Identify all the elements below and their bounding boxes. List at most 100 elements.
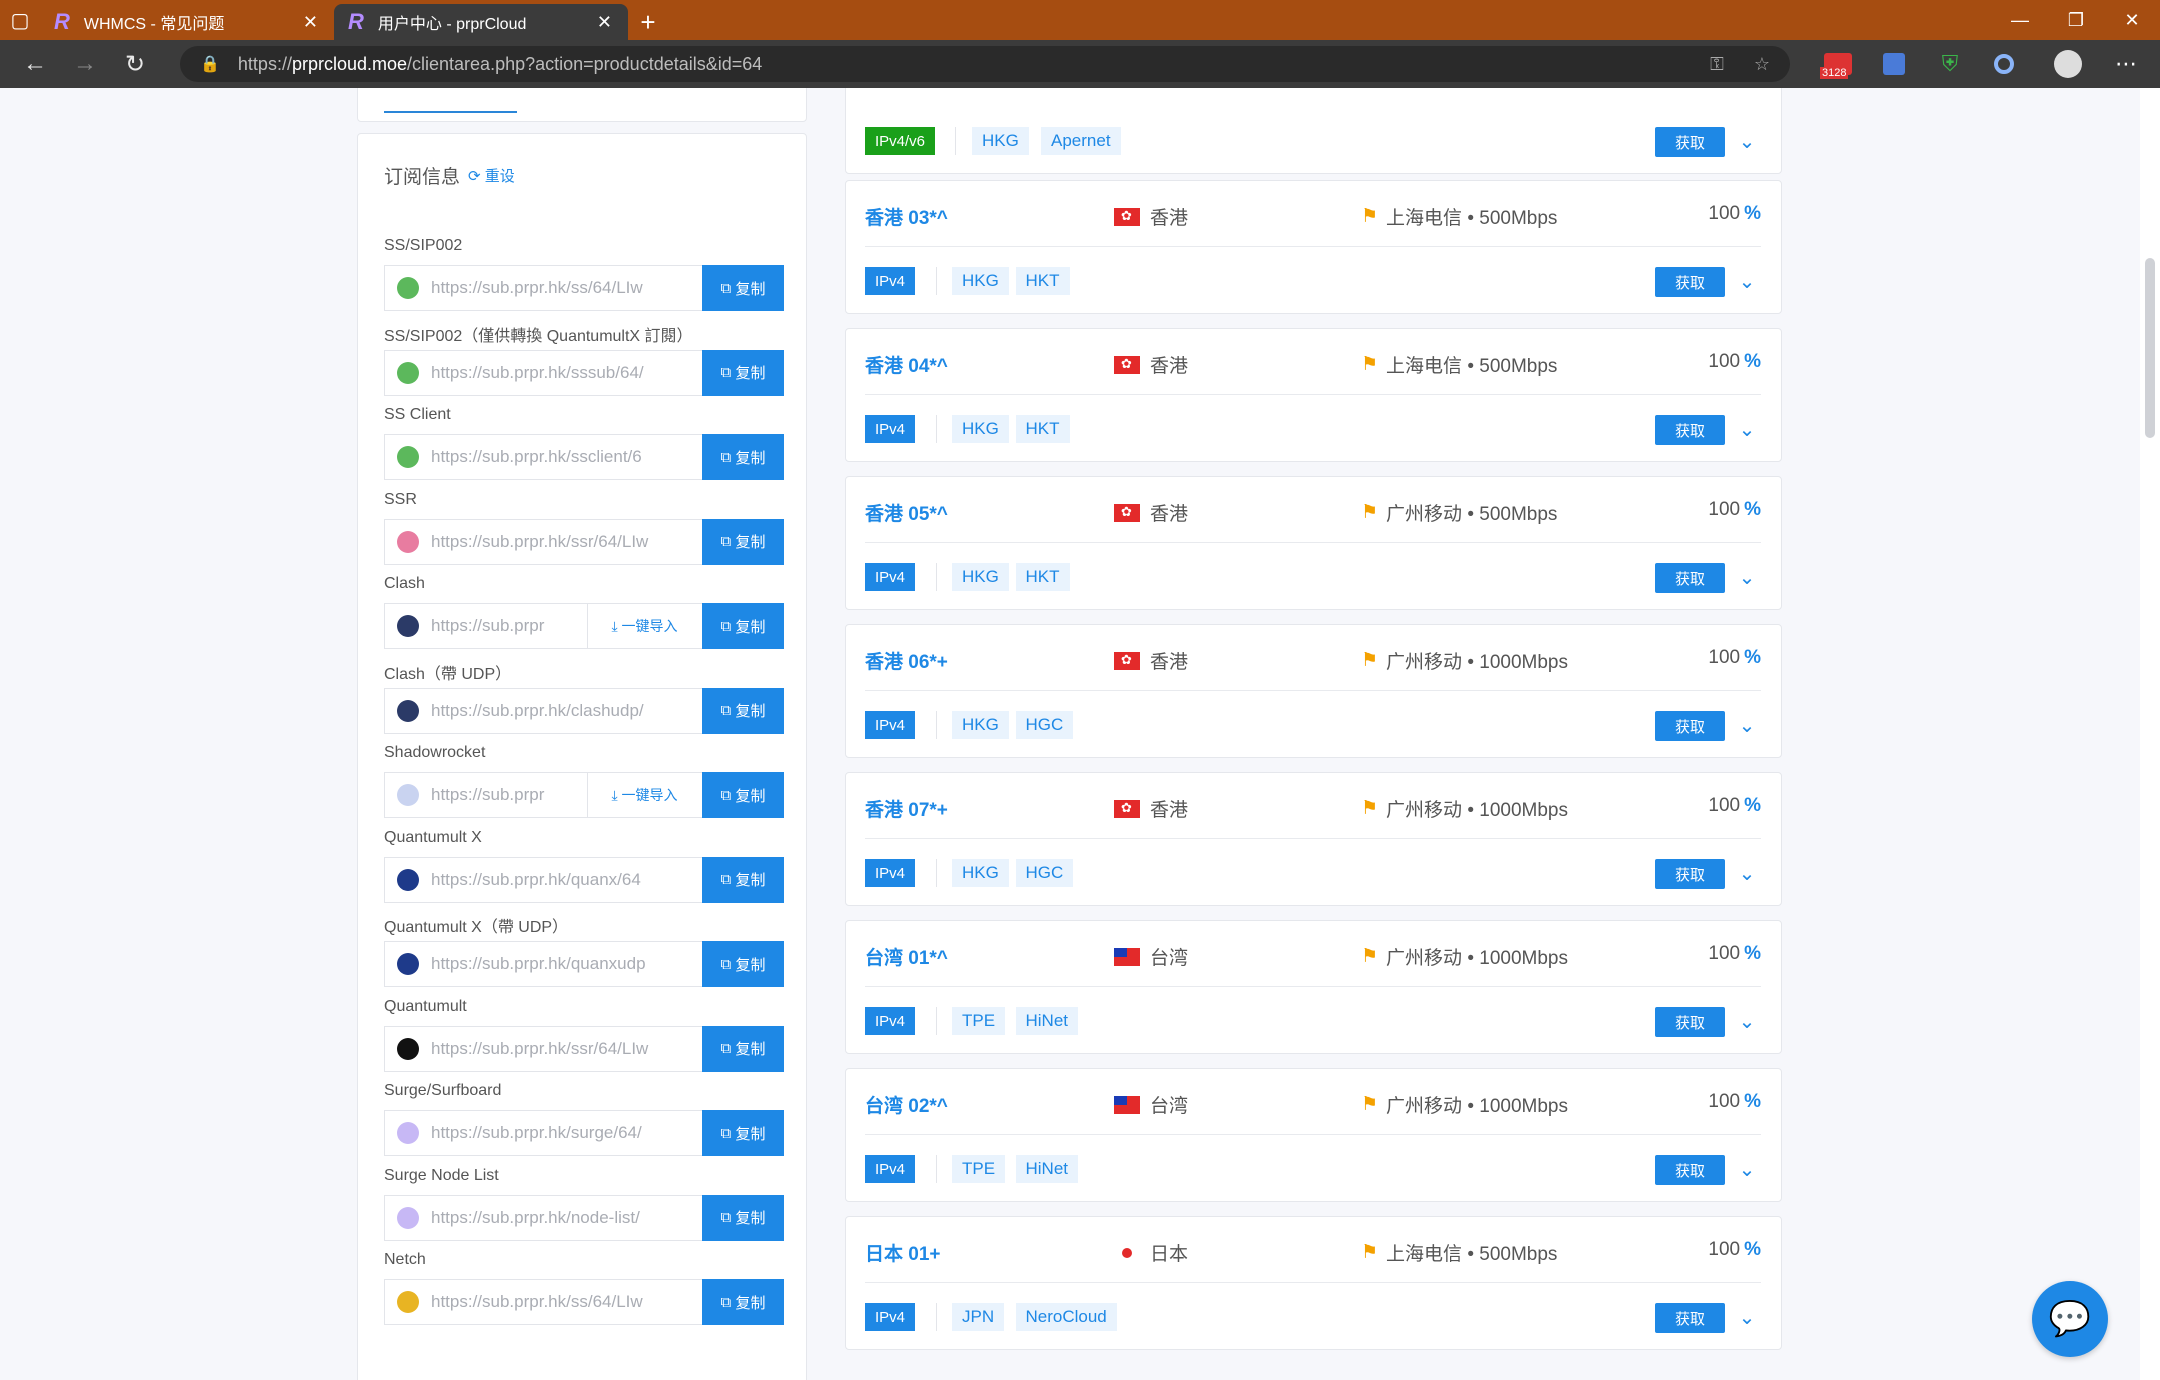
copy-button[interactable]: ⧉ 复制 — [702, 1279, 784, 1325]
copy-button[interactable]: ⧉ 复制 — [702, 349, 784, 396]
node-region: 香港 — [1114, 203, 1188, 230]
chevron-down-icon[interactable]: ⌄ — [1733, 711, 1761, 739]
copy-button[interactable]: ⧉ 复制 — [702, 687, 784, 734]
node-name[interactable]: 香港 07*+ — [865, 795, 948, 822]
get-button[interactable]: 获取 — [1655, 1303, 1725, 1333]
url-field[interactable]: 🔒 https://prprcloud.moe/clientarea.php?a… — [180, 46, 1790, 82]
subscription-url-field[interactable]: https://sub.prpr.hk/clashudp/⧉ 复制 — [384, 687, 784, 734]
chevron-down-icon[interactable]: ⌄ — [1733, 563, 1761, 591]
get-button[interactable]: 获取 — [1655, 711, 1725, 741]
avatar[interactable] — [2048, 40, 2088, 88]
key-icon[interactable]: ⚿ — [1710, 54, 1724, 75]
get-button[interactable]: 获取 — [1655, 859, 1725, 889]
chat-icon[interactable]: 💬 — [2032, 1281, 2108, 1357]
chevron-down-icon[interactable]: ⌄ — [1733, 859, 1761, 887]
line-label: 广州移动 • 1000Mbps — [1386, 1096, 1568, 1117]
copy-button[interactable]: ⧉ 复制 — [702, 856, 784, 903]
chevron-down-icon[interactable]: ⌄ — [1733, 1303, 1761, 1331]
more-menu-icon[interactable]: ⋯ — [2106, 40, 2146, 88]
forward-icon[interactable]: → — [60, 40, 110, 88]
chevron-down-icon[interactable]: ⌄ — [1733, 267, 1761, 295]
node-name[interactable]: 香港 04*^ — [865, 351, 948, 378]
translate-icon[interactable] — [1874, 40, 1914, 88]
mail-extension-icon[interactable]: 3128 — [1818, 40, 1858, 88]
node-line: ⚑ 广州移动 • 1000Mbps — [1361, 943, 1568, 970]
scrollbar[interactable] — [2140, 88, 2160, 1380]
copy-button[interactable]: ⧉ 复制 — [702, 518, 784, 565]
minimize-icon[interactable]: — — [1992, 0, 2048, 40]
tab-whmcs-faq[interactable]: R WHMCS - 常见问题 ✕ — [40, 4, 334, 40]
subscription-url-field[interactable]: https://sub.prpr.hk/ssclient/6 ⧉ 复制 — [384, 434, 784, 480]
subscription-url-field[interactable]: https://sub.prpr.hk/ssr/64/LIw ⧉ 复制 — [384, 1025, 784, 1072]
client-icon — [397, 868, 419, 891]
get-button[interactable]: 获取 — [1655, 415, 1725, 445]
chevron-down-icon[interactable]: ⌄ — [1733, 1007, 1761, 1035]
subscription-label: Surge/Surfboard — [384, 1082, 502, 1099]
subscription-url-field[interactable]: https://sub.prpr.hk/quanxudp ⧉ 复制 — [384, 941, 784, 987]
favorite-icon[interactable]: ☆ — [1754, 54, 1770, 75]
tab-actions-icon[interactable]: ▢ — [0, 0, 40, 40]
copy-label: 复制 — [735, 1125, 766, 1143]
tab-user-center[interactable]: R 用户中心 - prprCloud ✕ — [334, 4, 628, 40]
browser-title-bar: ▢ R WHMCS - 常见问题 ✕ R 用户中心 - prprCloud ✕ … — [0, 0, 2160, 40]
one-click-import-button[interactable]: ⤓ 一键导入 — [587, 604, 701, 648]
subscription-row: SSR https://sub.prpr.hk/ssr/64/LIw ⧉ 复制 — [384, 491, 784, 565]
back-icon[interactable]: ← — [10, 40, 60, 88]
node-name[interactable]: 台湾 01*^ — [865, 943, 948, 970]
scrollbar-thumb[interactable] — [2145, 258, 2155, 438]
node-line: ⚑ 上海电信 • 500Mbps — [1361, 203, 1557, 230]
circle-extension-icon[interactable] — [1984, 40, 2024, 88]
get-button[interactable]: 获取 — [1655, 1155, 1725, 1185]
node-name[interactable]: 香港 03*^ — [865, 203, 948, 230]
copy-button[interactable]: ⧉ 复制 — [702, 265, 784, 311]
subscription-url-field[interactable]: https://sub.prpr.hk/ss/64/LIw ⧉ 复制 — [384, 265, 784, 311]
node-name[interactable]: 日本 01+ — [865, 1239, 941, 1266]
copy-button[interactable]: ⧉ 复制 — [702, 772, 784, 818]
signpost-icon: ⚑ — [1361, 502, 1379, 523]
chevron-down-icon[interactable]: ⌄ — [1733, 1155, 1761, 1183]
close-window-icon[interactable]: ✕ — [2104, 0, 2160, 40]
get-button[interactable]: 获取 — [1655, 563, 1725, 593]
subscription-url-field[interactable]: https://sub.prpr.hk/node-list/⧉ 复制 — [384, 1194, 784, 1241]
node-line: ⚑ 广州移动 • 1000Mbps — [1361, 795, 1568, 822]
close-tab-icon[interactable]: ✕ — [303, 12, 318, 33]
reload-icon[interactable]: ↻ — [110, 40, 160, 88]
get-button[interactable]: 获取 — [1655, 127, 1725, 157]
copy-button[interactable]: ⧉ 复制 — [702, 941, 784, 987]
copy-label: 复制 — [735, 787, 766, 805]
signpost-icon: ⚑ — [1361, 354, 1379, 375]
subscription-url-field[interactable]: https://sub.prpr.hk/surge/64/⧉ 复制 — [384, 1110, 784, 1156]
node-name[interactable]: 香港 06*+ — [865, 647, 948, 674]
close-tab-icon[interactable]: ✕ — [597, 12, 612, 33]
percent-value: 100 — [1708, 203, 1741, 224]
copy-button[interactable]: ⧉ 复制 — [702, 603, 784, 649]
new-tab-button[interactable]: + — [628, 4, 668, 40]
maximize-icon[interactable]: ❐ — [2048, 0, 2104, 40]
subscription-url-field[interactable]: https://sub.prpr.hk/sssub/64/⧉ 复制 — [384, 349, 784, 396]
subscription-url-field[interactable]: https://sub.prpr.hk/ssr/64/LIw ⧉ 复制 — [384, 518, 784, 565]
get-button[interactable]: 获取 — [1655, 267, 1725, 297]
signpost-icon: ⚑ — [1361, 650, 1379, 671]
divider — [865, 986, 1761, 987]
shield-icon[interactable]: ⛨ — [1930, 40, 1970, 88]
chevron-down-icon[interactable]: ⌄ — [1733, 415, 1761, 443]
subscription-row: SS/SIP002（僅供轉換 QuantumultX 訂閱） https://su… — [384, 322, 784, 396]
subscription-title: 订阅信息 ⟳ 重设 — [384, 162, 515, 189]
node-card: 香港 06*+ 香港 ⚑ 广州移动 • 1000Mbps 100% IPv4 HKGHGC 获… — [845, 624, 1782, 758]
subscription-url-field[interactable]: https://sub.prpr.hk/ss/64/LIw ⧉ 复制 — [384, 1279, 784, 1325]
copy-button[interactable]: ⧉ 复制 — [702, 1194, 784, 1241]
node-tag: Apernet — [1041, 127, 1121, 155]
reset-link[interactable]: ⟳ 重设 — [468, 165, 515, 186]
node-name[interactable]: 台湾 02*^ — [865, 1091, 948, 1118]
copy-button[interactable]: ⧉ 复制 — [702, 1110, 784, 1156]
copy-button[interactable]: ⧉ 复制 — [702, 434, 784, 480]
divider — [936, 1155, 937, 1183]
get-button[interactable]: 获取 — [1655, 1007, 1725, 1037]
one-click-import-button[interactable]: ⤓ 一键导入 — [587, 773, 701, 817]
subscription-url-field[interactable]: https://sub.prpr ⤓ 一键导入 ⧉ 复制 — [384, 772, 784, 818]
chevron-down-icon[interactable]: ⌄ — [1733, 127, 1761, 155]
copy-button[interactable]: ⧉ 复制 — [702, 1025, 784, 1072]
subscription-url-field[interactable]: https://sub.prpr.hk/quanx/64 ⧉ 复制 — [384, 856, 784, 903]
node-name[interactable]: 香港 05*^ — [865, 499, 948, 526]
subscription-url-field[interactable]: https://sub.prpr ⤓ 一键导入 ⧉ 复制 — [384, 603, 784, 649]
